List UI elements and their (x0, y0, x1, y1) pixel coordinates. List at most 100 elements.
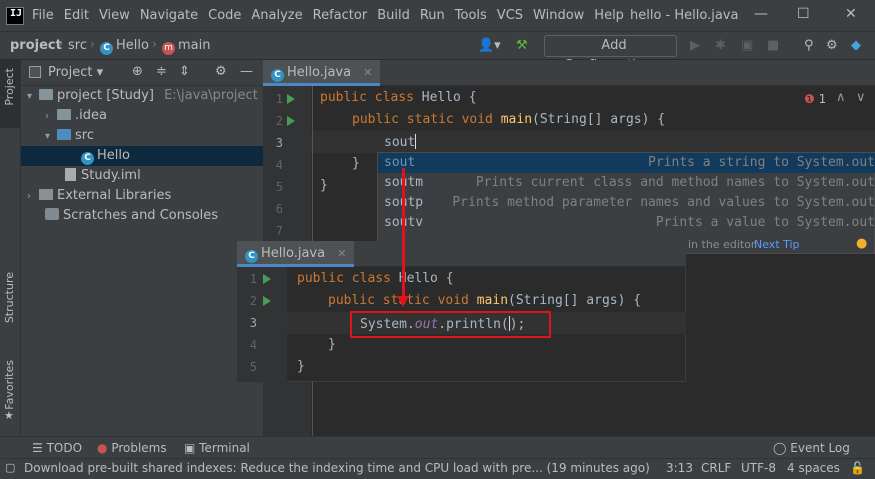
chevron-right-icon: › (27, 191, 31, 202)
file-encoding[interactable]: UTF-8 (741, 461, 776, 475)
tree-item-scratches[interactable]: Scratches and Consoles (21, 206, 263, 226)
completion-popup: sout Prints a string to System.out soutm… (377, 152, 875, 240)
java-class-icon: C (271, 69, 284, 82)
navigation-bar: project › src › C Hello › m main 👤▾ ⚒ Add … (0, 32, 875, 73)
menu-vcs[interactable]: VCS (497, 8, 523, 23)
close-tab-icon[interactable]: ✕ (337, 247, 346, 260)
tree-item-idea[interactable]: › .idea (21, 106, 263, 126)
jetbrains-toolbox-icon[interactable]: ◆ (851, 38, 861, 53)
coverage-icon[interactable]: ▣ (741, 38, 753, 53)
locate-target-icon[interactable]: ⊕ (132, 64, 143, 79)
tree-item-study-iml[interactable]: Study.iml (21, 166, 263, 186)
tree-item-external-libraries[interactable]: › External Libraries (21, 186, 263, 206)
line-number: 7 (275, 224, 283, 238)
menu-navigate[interactable]: Navigate (140, 8, 198, 23)
next-error-icon[interactable]: ∨ (856, 90, 866, 105)
line-number: 4 (249, 338, 257, 352)
tree-item-hello[interactable]: C Hello (21, 146, 263, 166)
run-gutter-icon[interactable] (287, 116, 295, 126)
expand-all-icon[interactable]: ≑ (156, 64, 167, 79)
run-gutter-icon[interactable] (287, 94, 295, 104)
caret-position[interactable]: 3:13 (666, 461, 693, 475)
gear-icon[interactable]: ⚙ (826, 38, 838, 53)
debug-icon[interactable]: ✱ (715, 38, 726, 53)
tool-tab-project[interactable]: Project (3, 68, 16, 106)
java-class-icon: C (245, 250, 258, 263)
add-configuration-button[interactable]: Add Configuration... (544, 35, 677, 73)
event-log-icon: ◯ (773, 441, 787, 455)
line-number: 3 (249, 316, 257, 330)
editor-tab-hello-java[interactable]: C Hello.java ✕ (263, 60, 381, 86)
run-gutter-icon[interactable] (263, 296, 271, 306)
menu-refactor[interactable]: Refactor (313, 8, 368, 23)
menu-analyze[interactable]: Analyze (251, 8, 302, 23)
favorites-star-icon: ★ (4, 409, 14, 422)
event-log-button[interactable]: ◯ Event Log (773, 441, 850, 455)
breadcrumb-hello[interactable]: C Hello (100, 38, 149, 55)
breadcrumb-project[interactable]: project (10, 38, 62, 53)
collapse-all-icon[interactable]: ⇕ (179, 64, 190, 79)
next-tip-link[interactable]: Next Tip (754, 238, 800, 251)
result-editor-gutter: 1 2 3 4 5 (237, 267, 287, 382)
status-message[interactable]: Download pre-built shared indexes: Reduc… (24, 461, 650, 475)
menu-view[interactable]: View (99, 8, 130, 23)
breadcrumb-src[interactable]: src (68, 38, 87, 53)
tree-item-project[interactable]: ▾ project [Study] E:\java\project (21, 86, 263, 106)
menu-run[interactable]: Run (420, 8, 445, 23)
terminal-tool-button[interactable]: ▣ Terminal (184, 441, 250, 455)
close-window-button[interactable]: ✕ (845, 6, 857, 22)
menu-help[interactable]: Help (594, 8, 624, 23)
code-line-2: public static void main(String[] args) { (352, 112, 666, 127)
bottom-tool-bar: ☰ TODO ● Problems ▣ Terminal ◯ Event Log (0, 436, 875, 458)
menu-tools[interactable]: Tools (455, 8, 487, 23)
menu-bar: IJ File Edit View Navigate Code Analyze … (0, 0, 875, 32)
indent-setting[interactable]: 4 spaces (787, 461, 840, 475)
status-toggle-icon[interactable]: ▢ (5, 461, 15, 474)
todo-tool-button[interactable]: ☰ TODO (32, 441, 82, 455)
menu-edit[interactable]: Edit (64, 8, 89, 23)
completion-item[interactable]: soutm Prints current class and method na… (378, 173, 875, 193)
left-tool-strip: Project Structure Favorites ★ (0, 60, 21, 436)
completion-item[interactable]: soutv Prints a value to System.out (378, 213, 875, 233)
result-code-line-1: public class Hello { (297, 271, 454, 286)
line-separator[interactable]: CRLF (701, 461, 731, 475)
completion-item[interactable]: soutp Prints method parameter names and … (378, 193, 875, 213)
problems-tool-button[interactable]: ● Problems (97, 441, 167, 455)
line-number: 5 (249, 360, 257, 374)
tool-tab-structure[interactable]: Structure (3, 272, 16, 323)
hide-panel-icon[interactable]: — (240, 64, 253, 79)
search-icon[interactable]: ⚲ (804, 38, 814, 53)
menu-file[interactable]: File (32, 8, 54, 23)
menu-build[interactable]: Build (377, 8, 410, 23)
line-number: 3 (275, 136, 283, 150)
result-code-line-5: } (297, 359, 305, 374)
breadcrumb-separator-icon: › (58, 37, 63, 51)
tree-item-src[interactable]: ▾ src (21, 126, 263, 146)
status-bar: ▢ Download pre-built shared indexes: Red… (0, 458, 875, 479)
file-icon (65, 168, 76, 181)
chevron-right-icon: › (45, 111, 49, 122)
maximize-button[interactable]: ☐ (797, 6, 810, 22)
menu-window[interactable]: Window (533, 8, 584, 23)
menu-code[interactable]: Code (208, 8, 241, 23)
result-editor-tab-hello-java[interactable]: C Hello.java ✕ (237, 241, 355, 267)
minimize-button[interactable]: — (754, 6, 768, 22)
panel-settings-gear-icon[interactable]: ⚙ (215, 64, 227, 79)
run-gutter-icon[interactable] (263, 274, 271, 284)
run-icon[interactable]: ▶ (690, 38, 700, 53)
completion-item[interactable]: sout Prints a string to System.out (378, 153, 875, 173)
build-hammer-icon[interactable]: ⚒ (516, 38, 528, 53)
project-view-selector[interactable]: Project ▾ (48, 65, 103, 80)
annotation-arrow-line (402, 168, 405, 298)
breadcrumb-main[interactable]: m main (162, 38, 210, 55)
user-icon[interactable]: 👤▾ (478, 38, 501, 53)
error-indicator[interactable]: ❶ 1 (804, 92, 826, 106)
lock-icon[interactable]: 🔓 (850, 461, 865, 475)
project-view-icon (29, 66, 41, 78)
result-code-line-2: public static void main(String[] args) { (328, 293, 642, 308)
previous-error-icon[interactable]: ∧ (836, 90, 846, 105)
tool-tab-favorites[interactable]: Favorites (3, 360, 16, 410)
close-tab-icon[interactable]: ✕ (363, 66, 372, 79)
code-line-5: } (320, 178, 328, 193)
stop-icon[interactable]: ■ (767, 38, 779, 53)
